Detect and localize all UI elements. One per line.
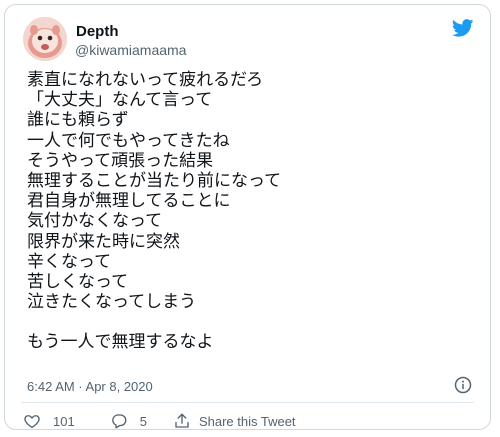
tweet-text: 素直になれないって疲れるだろ 「大丈夫」なんて言って 誰にも頼らず 一人で何でも… [27, 70, 474, 353]
tweet-line: 一人で何でもやってきたね [27, 130, 230, 150]
avatar-image [23, 17, 67, 61]
tweet-line: 誰にも頼らず [27, 110, 129, 130]
tweet-line: 気付かなくなって [27, 211, 163, 231]
like-count: 101 [53, 413, 75, 429]
info-icon[interactable] [454, 376, 472, 394]
tweet-line: 泣きたくなってしまう [27, 292, 197, 312]
divider [21, 402, 474, 403]
tweet-line: そうやって頑張った結果 [27, 150, 214, 170]
tweet-timestamp[interactable]: 6:42 AM · Apr 8, 2020 [27, 379, 153, 394]
share-icon [175, 413, 189, 428]
tweet-line: もう一人で無理するなよ [27, 332, 214, 352]
reply-count: 5 [139, 413, 147, 429]
share-button[interactable]: Share this Tweet [173, 412, 296, 430]
author-handle[interactable]: @kiwamiamaama [75, 42, 186, 58]
reply-icon [111, 414, 127, 429]
heart-icon [24, 415, 40, 429]
like-button[interactable]: 101 [23, 412, 75, 430]
avatar[interactable] [23, 17, 67, 61]
share-label: Share this Tweet [198, 413, 296, 429]
tweet-actions: 101 5 Share this Tweet [23, 410, 296, 432]
tweet-line [27, 312, 474, 332]
tweet-line: 苦しくなって [27, 271, 129, 291]
tweet-line: 「大丈夫」なんて言って [27, 90, 213, 110]
tweet-line: 素直になれないって疲れるだろ [27, 70, 264, 89]
tweet-line: 君自身が無理してることに [27, 191, 231, 211]
reply-button[interactable]: 5 [110, 412, 147, 430]
twitter-bird-icon[interactable] [452, 19, 474, 37]
tweet-card[interactable]: Depth @kiwamiamaama 素直になれないって疲れるだろ 「大丈夫」… [4, 4, 491, 430]
tweet-line: 無理することが当たり前になって [27, 170, 282, 190]
tweet-line: 辛くなって [27, 251, 112, 271]
author-name[interactable]: Depth [76, 23, 119, 40]
tweet-line: 限界が来た時に突然 [27, 231, 180, 251]
